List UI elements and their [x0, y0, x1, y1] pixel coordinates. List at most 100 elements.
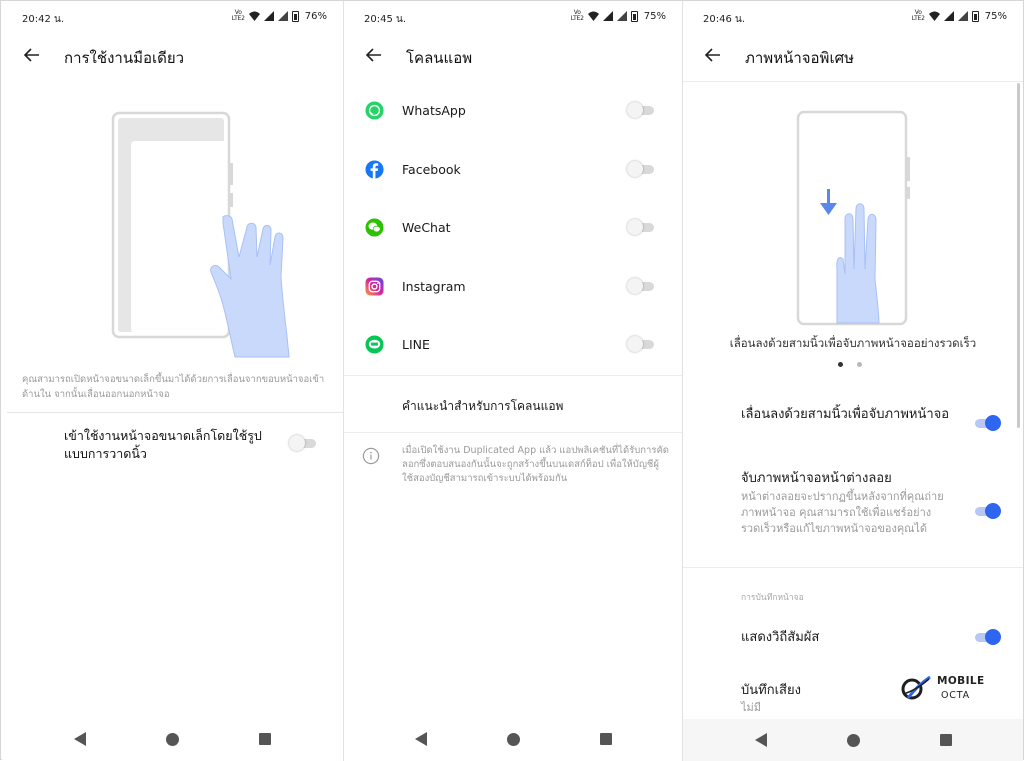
divider [683, 81, 1023, 82]
toggle-knob [627, 278, 643, 294]
page-dot-active[interactable] [838, 362, 843, 367]
nav-back-icon[interactable] [754, 733, 767, 747]
show-touches-label: แสดงวิถีสัมผัส [741, 630, 820, 645]
app-name: WhatsApp [402, 103, 466, 118]
status-bar: 20:46 น. Vo LTE2 75% [683, 1, 1023, 33]
status-bar: 20:42 น. Vo LTE2 76% [2, 1, 343, 33]
page-title: ภาพหน้าจอพิเศษ [745, 49, 854, 67]
app-name: Facebook [402, 162, 461, 177]
toggle-knob [985, 503, 1001, 519]
signal-icon [277, 11, 288, 21]
show-touches-toggle[interactable] [972, 628, 1002, 646]
toggle-knob [627, 219, 643, 235]
app-row-wechat[interactable]: WeChat [344, 208, 682, 248]
floating-window-screenshot-label: จับภาพหน้าจอหน้าต่างลอย [741, 471, 892, 486]
panel-one-handed-mode: 20:42 น. Vo LTE2 76% การใช้งานมือเดียว คุ… [2, 1, 343, 761]
wechat-clone-toggle[interactable] [627, 218, 657, 236]
record-audio-setting[interactable]: บันทึกเสียง [741, 681, 801, 700]
mobile-octa-logo-icon [901, 675, 931, 700]
screen-recording-section-header: การบันทึกหน้าจอ [741, 593, 804, 603]
status-time: 20:46 น. [703, 14, 746, 25]
whatsapp-clone-toggle[interactable] [627, 101, 657, 119]
info-icon [362, 447, 380, 465]
back-arrow-icon[interactable] [364, 45, 384, 65]
back-arrow-icon[interactable] [703, 45, 723, 65]
navigation-bar [344, 717, 682, 761]
divider [344, 432, 682, 433]
battery-icon [971, 10, 979, 22]
line-clone-toggle[interactable] [627, 335, 657, 353]
status-time: 20:42 น. [22, 14, 65, 25]
mobile-octa-watermark: MOBILE OCTA [899, 672, 989, 708]
toggle-knob [985, 629, 1001, 645]
volte-icon: Vo LTE2 [231, 9, 245, 22]
clone-recommendation-link[interactable]: คำแนะนำสำหรับการโคลนแอพ [402, 397, 563, 416]
screenshot-frame: 20:42 น. Vo LTE2 76% การใช้งานมือเดียว คุ… [0, 0, 1024, 761]
scrollbar[interactable] [1017, 83, 1020, 428]
whatsapp-icon [365, 101, 384, 120]
nav-back-icon[interactable] [414, 732, 427, 746]
app-row-line[interactable]: LINE [344, 325, 682, 365]
app-name: WeChat [402, 220, 451, 235]
gesture-caption: เลื่อนลงด้วยสามนิ้วเพื่อจับภาพหน้าจออย่า… [729, 336, 977, 350]
line-icon [365, 335, 384, 354]
facebook-clone-toggle[interactable] [627, 160, 657, 178]
battery-percentage: 75% [643, 10, 666, 22]
toggle-knob [627, 336, 643, 352]
wifi-icon [928, 11, 940, 21]
app-row-whatsapp[interactable]: WhatsApp [344, 91, 682, 131]
one-handed-description: คุณสามารถเปิดหน้าจอขนาดเล็กขึ้นมาได้ด้วย… [22, 374, 325, 400]
nav-recents-icon[interactable] [939, 734, 952, 746]
nav-home-icon[interactable] [166, 732, 179, 746]
instagram-icon [365, 277, 384, 296]
three-finger-screenshot-label: เลื่อนลงด้วยสามนิ้วเพื่อจับภาพหน้าจอ [741, 407, 950, 422]
volte-icon: Vo LTE2 [570, 9, 584, 22]
instagram-clone-toggle[interactable] [627, 277, 657, 295]
page-indicator [838, 362, 868, 370]
divider [344, 375, 682, 376]
signal-icon [616, 11, 627, 21]
status-bar: 20:45 น. Vo LTE2 75% [344, 1, 682, 33]
watermark-line1: MOBILE [937, 675, 985, 687]
app-bar: การใช้งานมือเดียว [2, 37, 343, 77]
facebook-icon [365, 160, 384, 179]
panel-special-screenshot: 20:46 น. Vo LTE2 75% ภาพหน้าจอพิเศษ เลื่อ… [683, 1, 1023, 761]
one-hand-illustration [111, 111, 290, 358]
watermark-line2: OCTA [941, 690, 970, 701]
app-name: Instagram [402, 279, 466, 294]
app-bar: โคลนแอพ [344, 37, 682, 77]
toggle-knob [289, 435, 305, 451]
back-arrow-icon[interactable] [22, 45, 42, 65]
gesture-setting-label: เข้าใช้งานหน้าจอขนาดเล็กโดยใช้รูปแบบการว… [64, 428, 262, 461]
divider [683, 567, 1023, 568]
navigation-bar [683, 719, 1023, 761]
nav-home-icon[interactable] [846, 733, 860, 747]
signal-icon [957, 11, 968, 21]
page-dot[interactable] [857, 362, 862, 367]
panel-app-clone: 20:45 น. Vo LTE2 75% โคลนแอพ WhatsApp Fa… [344, 1, 682, 761]
nav-back-icon[interactable] [74, 732, 86, 746]
toggle-knob [985, 415, 1001, 431]
page-title: การใช้งานมือเดียว [64, 49, 185, 67]
signal-icon [602, 11, 613, 21]
nav-recents-icon[interactable] [599, 733, 612, 745]
clone-info-note: เมื่อเปิดใช้งาน Duplicated App แล้ว แอปพ… [402, 445, 669, 484]
navigation-bar [2, 717, 343, 761]
toggle-knob [627, 102, 643, 118]
nav-recents-icon[interactable] [259, 733, 271, 745]
battery-percentage: 76% [304, 10, 327, 22]
three-finger-screenshot-toggle[interactable] [972, 414, 1002, 432]
nav-home-icon[interactable] [506, 732, 520, 746]
signal-icon [263, 11, 274, 21]
battery-icon [630, 10, 638, 22]
gesture-toggle[interactable] [289, 434, 319, 452]
three-finger-swipe-illustration [796, 110, 910, 326]
divider [7, 412, 343, 413]
status-time: 20:45 น. [364, 14, 407, 25]
wechat-icon [365, 218, 384, 237]
app-row-facebook[interactable]: Facebook [344, 150, 682, 190]
page-title: โคลนแอพ [406, 49, 473, 67]
app-row-instagram[interactable]: Instagram [344, 267, 682, 307]
signal-icon [943, 11, 954, 21]
floating-window-toggle[interactable] [972, 502, 1002, 520]
